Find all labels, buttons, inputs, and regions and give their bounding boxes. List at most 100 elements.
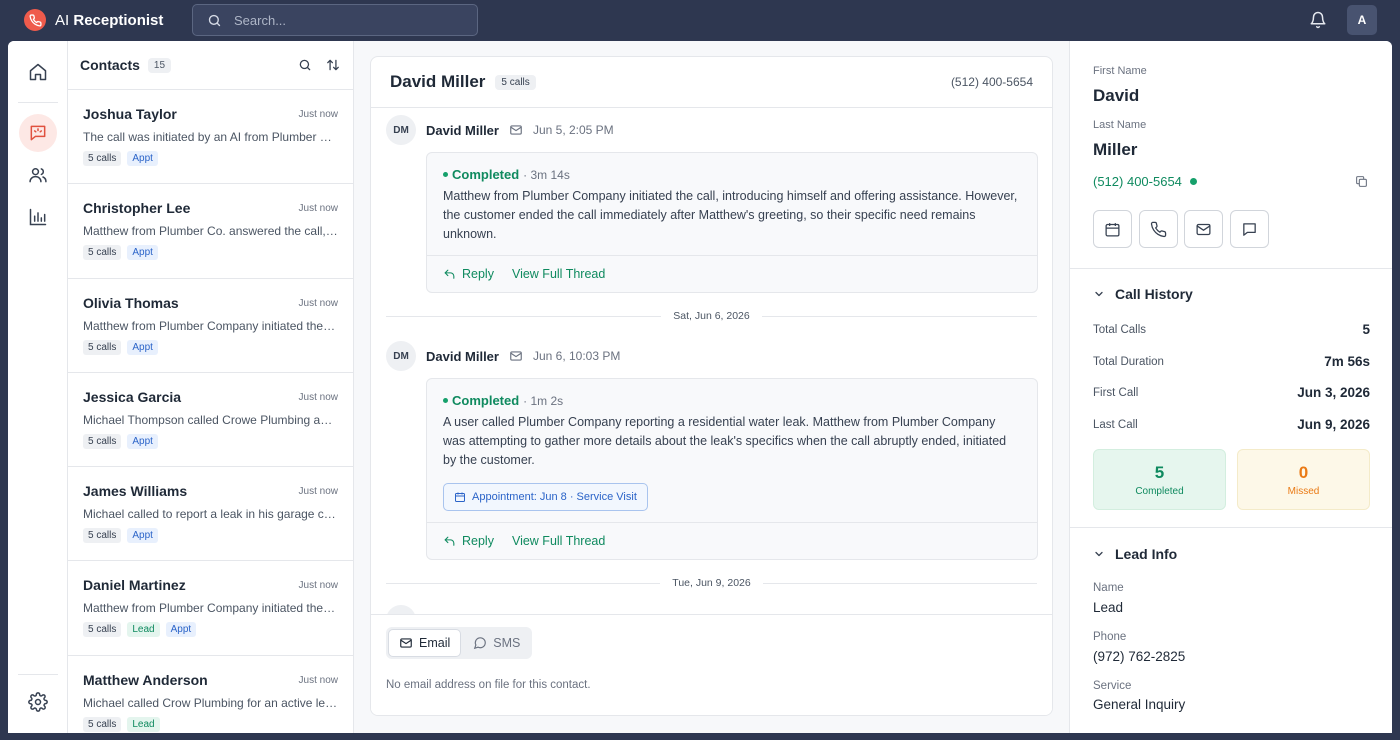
- tab-email[interactable]: Email: [388, 629, 462, 657]
- stat-value: 7m 56s: [1324, 354, 1370, 369]
- first-name-label: First Name: [1093, 65, 1147, 77]
- call-history-toggle[interactable]: Call History: [1093, 286, 1193, 302]
- status-dot-icon: [443, 172, 448, 177]
- call-duration: · 3m 14s: [523, 167, 570, 182]
- contact-list-item[interactable]: Olivia Thomas Just now Matthew from Plumbe…: [68, 279, 353, 373]
- contact-time: Just now: [298, 486, 338, 498]
- lead-info-toggle[interactable]: Lead Info: [1093, 546, 1177, 562]
- brand[interactable]: AI Receptionist: [24, 9, 163, 31]
- search-icon[interactable]: [297, 57, 313, 73]
- stat-value: Jun 3, 2026: [1297, 385, 1370, 400]
- missed-count: 0: [1298, 462, 1309, 482]
- phone-logo-icon: [24, 9, 46, 31]
- chevron-down-icon: [1095, 291, 1103, 297]
- call-summary-card: Completed · 1m 2s A user called Plumber …: [426, 378, 1038, 560]
- search-box[interactable]: [192, 4, 478, 36]
- call-history-row: Last Call Jun 9, 2026: [1093, 417, 1370, 432]
- contact-list: Joshua Taylor Just now The call was initia…: [68, 90, 353, 733]
- appointment-pill[interactable]: Appointment: Jun 8 · Service Visit: [443, 483, 648, 511]
- schedule-calendar-button[interactable]: [1093, 210, 1132, 248]
- settings-gear-icon[interactable]: [19, 683, 57, 721]
- contacts-panel: Contacts 15 Joshua Taylor Just now The cal…: [68, 41, 354, 733]
- view-full-thread-link[interactable]: View Full Thread: [512, 267, 605, 281]
- chat-bubble-icon: [474, 637, 487, 650]
- contact-time: Just now: [298, 297, 338, 309]
- channel-tabs: Email SMS: [386, 627, 533, 659]
- status-label: Completed: [452, 167, 520, 182]
- missed-calls-tile: 0 Missed: [1237, 449, 1370, 510]
- section-divider: [1070, 268, 1392, 269]
- call-summary-card: Completed · 3m 14s Matthew from Plumber …: [426, 152, 1038, 293]
- contact-list-item[interactable]: Christopher Lee Just now Matthew from Plum…: [68, 184, 353, 279]
- conversation-header: David Miller 5 calls (512) 400-5654: [371, 57, 1052, 108]
- conversation-panel: David Miller 5 calls (512) 400-5654 DM D…: [370, 56, 1053, 716]
- reply-button[interactable]: Reply: [443, 534, 494, 548]
- call-history-title: Call History: [1115, 286, 1193, 302]
- contact-tag: Appt: [127, 528, 158, 544]
- contact-tag: 5 calls: [83, 433, 122, 449]
- sort-arrows-icon[interactable]: [325, 57, 341, 73]
- contact-list-item[interactable]: Joshua Taylor Just now The call was initia…: [68, 90, 353, 185]
- contact-list-item[interactable]: Daniel Martinez Just now Matthew from Plum…: [68, 561, 353, 656]
- contact-tags: 5 calls Appt: [83, 528, 338, 544]
- contact-tag: 5 calls: [83, 622, 122, 638]
- copy-icon[interactable]: [1355, 175, 1368, 191]
- message-button[interactable]: [1230, 210, 1269, 248]
- nav-rail: [8, 41, 68, 733]
- contact-snippet: Michael called Crow Plumbing for an acti…: [83, 695, 338, 710]
- sender-avatar: DM: [386, 341, 416, 371]
- contact-tags: 5 calls Appt: [83, 339, 338, 355]
- notifications-bell-icon[interactable]: [1307, 9, 1329, 31]
- user-avatar[interactable]: A: [1347, 5, 1377, 35]
- contact-tag: Appt: [165, 622, 197, 638]
- contact-list-item[interactable]: James Williams Just now Michael called to …: [68, 467, 353, 562]
- reply-button[interactable]: Reply: [443, 267, 494, 281]
- completed-label: Completed: [1135, 485, 1184, 497]
- tab-sms[interactable]: SMS: [463, 629, 530, 657]
- online-status-dot-icon: [1189, 178, 1197, 185]
- card-actions: Reply View Full Thread: [427, 255, 1037, 292]
- lead-name-value: Lead: [1093, 600, 1124, 615]
- conversation-phone[interactable]: (512) 400-5654: [951, 75, 1033, 89]
- status-dot-icon: [443, 398, 448, 403]
- call-button[interactable]: [1139, 210, 1178, 248]
- stat-value: Jun 9, 2026: [1297, 417, 1370, 432]
- contact-tag: Appt: [127, 433, 158, 449]
- call-status: Completed · 3m 14s: [443, 167, 570, 182]
- no-email-note: No email address on file for this contac…: [386, 679, 591, 691]
- calendar-icon: [455, 492, 465, 502]
- contact-snippet: Michael called to report a leak in his g…: [83, 507, 338, 522]
- sender-name: David Miller: [426, 348, 499, 364]
- home-icon[interactable]: [19, 53, 57, 91]
- calendar-icon: [1105, 222, 1120, 237]
- contact-time: Just now: [298, 674, 338, 686]
- date-divider-label: Tue, Jun 9, 2026: [672, 577, 751, 589]
- status-label: Completed: [452, 393, 520, 408]
- stat-label: First Call: [1093, 386, 1139, 399]
- date-divider: Sat, Jun 6, 2026: [386, 309, 1038, 323]
- phone-icon: [1150, 221, 1167, 237]
- view-full-thread-link[interactable]: View Full Thread: [512, 534, 605, 548]
- app-frame: Contacts 15 Joshua Taylor Just now The cal…: [8, 41, 1392, 733]
- conversations-icon[interactable]: [19, 114, 57, 152]
- contacts-users-icon[interactable]: [19, 156, 57, 194]
- stat-value: 5: [1362, 322, 1370, 337]
- contact-details-panel: First Name David Last Name Miller (512) …: [1069, 41, 1392, 733]
- email-button[interactable]: [1184, 210, 1223, 248]
- contact-list-item[interactable]: Matthew Anderson Just now Michael called C…: [68, 656, 353, 733]
- contact-tags: 5 calls Appt: [83, 245, 338, 261]
- contact-tag: Appt: [127, 245, 158, 261]
- card-actions: Reply View Full Thread: [427, 522, 1037, 559]
- search-icon: [208, 14, 221, 26]
- search-input[interactable]: [234, 12, 454, 28]
- call-status: Completed · 1m 2s: [443, 393, 563, 408]
- contact-list-item[interactable]: Jessica Garcia Just now Michael Thompson c…: [68, 373, 353, 468]
- contact-phone[interactable]: (512) 400-5654: [1093, 174, 1197, 189]
- completed-count: 5: [1154, 462, 1165, 482]
- contact-time: Just now: [298, 580, 338, 592]
- contacts-header: Contacts 15: [68, 41, 353, 90]
- analytics-chart-icon[interactable]: [19, 198, 57, 236]
- contact-time: Just now: [298, 203, 338, 215]
- reply-label: Reply: [462, 534, 494, 548]
- reply-arrow-icon: [444, 536, 455, 546]
